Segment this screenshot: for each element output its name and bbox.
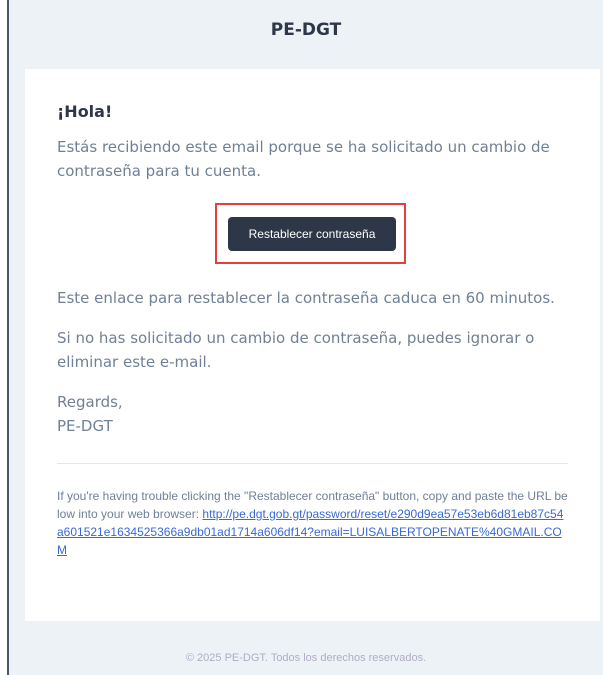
email-frame: PE-DGT ¡Hola! Estás recibiendo este emai…: [7, 0, 603, 675]
greeting-heading: ¡Hola!: [57, 102, 113, 121]
footer-copyright: © 2025 PE-DGT. Todos los derechos reserv…: [185, 652, 427, 664]
expiry-text: Este enlace para restablecer la contrase…: [57, 289, 555, 307]
signature-text: PE-DGT: [57, 417, 113, 435]
reset-password-button[interactable]: Restablecer contraseña: [228, 217, 396, 251]
divider: [57, 463, 568, 464]
ignore-text: Si no has solicitado un cambio de contra…: [57, 329, 535, 371]
intro-text: Estás recibiendo este email porque se ha…: [57, 138, 550, 180]
regards-text: Regards,: [57, 393, 123, 411]
trouble-note: If you're having trouble clicking the "R…: [57, 487, 569, 559]
sign-off: Regards, PE-DGT: [57, 390, 557, 438]
email-body-card: ¡Hola! Estás recibiendo este email porqu…: [25, 69, 600, 621]
highlight-box: Restablecer contraseña: [215, 203, 406, 264]
email-header-title: PE-DGT: [270, 20, 342, 40]
